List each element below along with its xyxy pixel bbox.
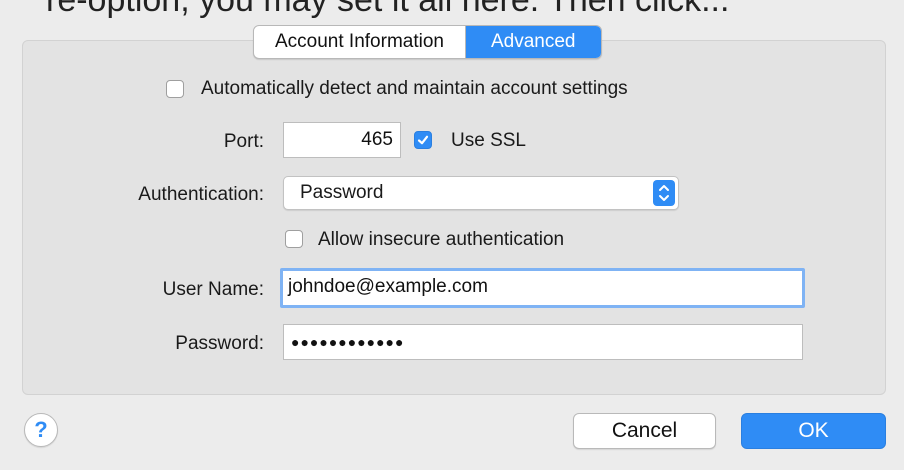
cancel-button[interactable]: Cancel (573, 413, 716, 449)
help-button[interactable]: ? (24, 413, 58, 447)
authentication-label: Authentication: (138, 184, 264, 205)
use-ssl-checkbox[interactable] (414, 131, 432, 149)
port-field[interactable]: 465 (283, 122, 401, 158)
allow-insecure-label: Allow insecure authentication (318, 229, 565, 250)
checkmark-icon (417, 135, 429, 145)
auto-detect-label: Automatically detect and maintain accoun… (201, 78, 628, 99)
port-label: Port: (223, 131, 264, 152)
background-text-fragment: re-option, you may set it all here. Then… (46, 0, 730, 19)
tab-bar: Account Information Advanced (253, 25, 602, 59)
authentication-selected: Password (300, 182, 384, 203)
use-ssl-label: Use SSL (451, 130, 526, 151)
updown-arrows-icon (653, 180, 675, 206)
user-name-field[interactable]: johndoe@example.com (280, 268, 805, 308)
tab-account-information[interactable]: Account Information (254, 26, 465, 58)
tab-advanced[interactable]: Advanced (464, 26, 601, 58)
password-label: Password: (175, 333, 264, 354)
password-field[interactable]: ●●●●●●●●●●●● (283, 324, 803, 360)
allow-insecure-checkbox[interactable] (285, 230, 303, 248)
auto-detect-checkbox[interactable] (166, 80, 184, 98)
user-name-label: User Name: (162, 279, 264, 300)
ok-button[interactable]: OK (741, 413, 886, 449)
authentication-popup[interactable]: Password (283, 176, 679, 210)
